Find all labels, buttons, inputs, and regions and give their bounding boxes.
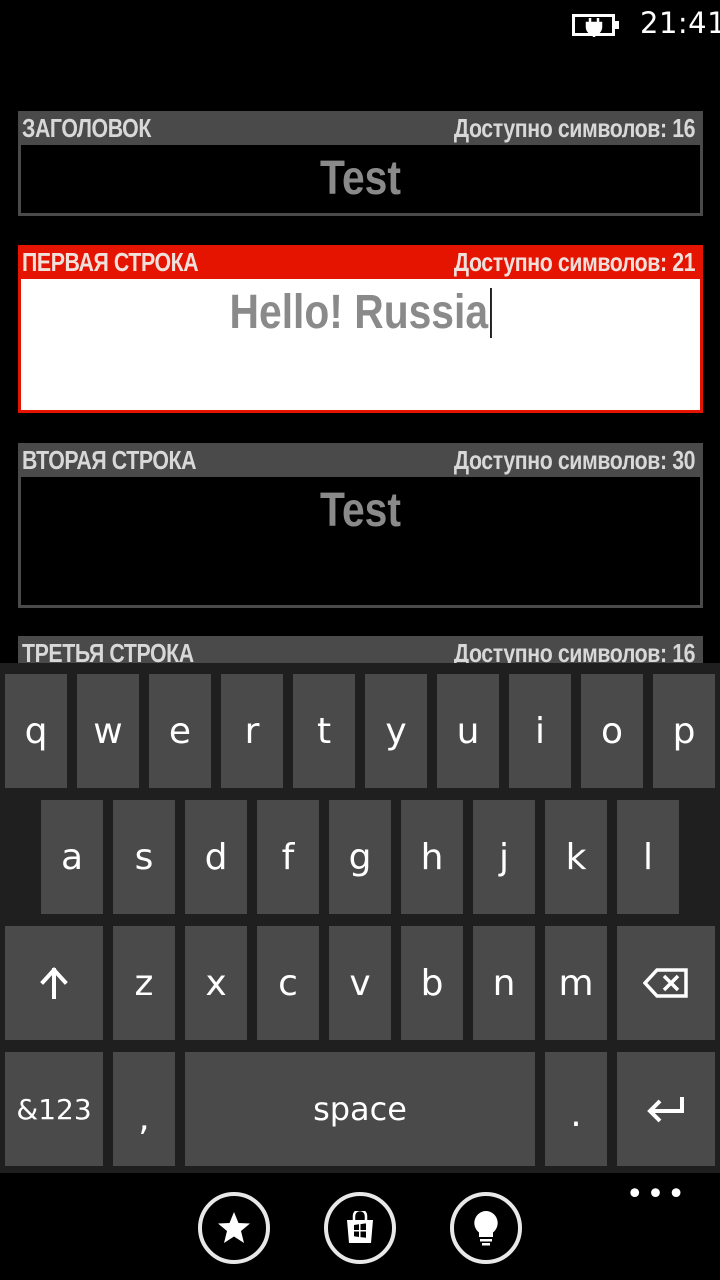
key-y[interactable]: y bbox=[365, 674, 427, 788]
field-header: ЗАГОЛОВОК Доступно символов: 16 bbox=[18, 111, 703, 145]
key-i[interactable]: i bbox=[509, 674, 571, 788]
tip-button[interactable] bbox=[450, 1192, 522, 1264]
field-label: ЗАГОЛОВОК bbox=[22, 113, 151, 143]
key-p[interactable]: p bbox=[653, 674, 715, 788]
key-r[interactable]: r bbox=[221, 674, 283, 788]
input-value: Test bbox=[320, 152, 401, 205]
first-line-field: ПЕРВАЯ СТРОКА Доступно символов: 21 Hell… bbox=[18, 245, 703, 413]
backspace-key[interactable] bbox=[617, 926, 715, 1040]
space-key[interactable]: space bbox=[185, 1052, 535, 1166]
char-counter: Доступно символов: 30 bbox=[453, 445, 696, 475]
lightbulb-icon bbox=[474, 1211, 498, 1246]
char-counter: Доступно символов: 21 bbox=[453, 247, 696, 277]
field-header: ВТОРАЯ СТРОКА Доступно символов: 30 bbox=[18, 443, 703, 477]
title-field: ЗАГОЛОВОК Доступно символов: 16 Test bbox=[18, 111, 703, 216]
field-label: ВТОРАЯ СТРОКА bbox=[22, 445, 197, 475]
key-f[interactable]: f bbox=[257, 800, 319, 914]
input-text: Hello! Russia bbox=[229, 286, 489, 339]
key-h[interactable]: h bbox=[401, 800, 463, 914]
comma-key[interactable]: , bbox=[113, 1052, 175, 1166]
shift-key[interactable] bbox=[5, 926, 103, 1040]
symbols-key[interactable]: &123 bbox=[5, 1052, 103, 1166]
key-z[interactable]: z bbox=[113, 926, 175, 1040]
title-input[interactable]: Test bbox=[18, 145, 703, 216]
first-line-input[interactable]: Hello! Russia bbox=[18, 279, 703, 413]
key-v[interactable]: v bbox=[329, 926, 391, 1040]
key-e[interactable]: e bbox=[149, 674, 211, 788]
key-s[interactable]: s bbox=[113, 800, 175, 914]
input-value: Hello! Russia bbox=[72, 285, 649, 340]
key-n[interactable]: n bbox=[473, 926, 535, 1040]
key-j[interactable]: j bbox=[473, 800, 535, 914]
key-u[interactable]: u bbox=[437, 674, 499, 788]
more-options-button[interactable]: ••• bbox=[626, 1180, 688, 1210]
backspace-icon bbox=[643, 968, 688, 998]
period-key[interactable]: . bbox=[545, 1052, 607, 1166]
second-line-field: ВТОРАЯ СТРОКА Доступно символов: 30 Test bbox=[18, 443, 703, 608]
key-k[interactable]: k bbox=[545, 800, 607, 914]
key-w[interactable]: w bbox=[77, 674, 139, 788]
key-l[interactable]: l bbox=[617, 800, 679, 914]
key-o[interactable]: o bbox=[581, 674, 643, 788]
field-header: ПЕРВАЯ СТРОКА Доступно символов: 21 bbox=[18, 245, 703, 279]
on-screen-keyboard: q w e r t y u i o p a s d f g h j k l z … bbox=[0, 663, 720, 1173]
key-q[interactable]: q bbox=[5, 674, 67, 788]
status-bar: 21:41 bbox=[0, 0, 720, 48]
enter-icon bbox=[647, 1097, 684, 1123]
text-caret bbox=[489, 288, 492, 338]
star-icon bbox=[218, 1212, 250, 1243]
key-c[interactable]: c bbox=[257, 926, 319, 1040]
input-value: Test bbox=[320, 484, 401, 537]
second-line-input[interactable]: Test bbox=[18, 477, 703, 608]
store-icon bbox=[347, 1211, 373, 1243]
key-b[interactable]: b bbox=[401, 926, 463, 1040]
battery-charging-icon bbox=[572, 14, 619, 37]
favorite-button[interactable] bbox=[198, 1192, 270, 1264]
key-d[interactable]: d bbox=[185, 800, 247, 914]
key-m[interactable]: m bbox=[545, 926, 607, 1040]
clock: 21:41 bbox=[640, 6, 720, 40]
enter-key[interactable] bbox=[617, 1052, 715, 1166]
key-x[interactable]: x bbox=[185, 926, 247, 1040]
app-bar: ••• bbox=[0, 1173, 720, 1280]
key-a[interactable]: a bbox=[41, 800, 103, 914]
char-counter: Доступно символов: 16 bbox=[453, 113, 696, 143]
shift-arrow-icon bbox=[40, 967, 68, 999]
store-button[interactable] bbox=[324, 1192, 396, 1264]
key-g[interactable]: g bbox=[329, 800, 391, 914]
field-label: ПЕРВАЯ СТРОКА bbox=[22, 247, 199, 277]
key-t[interactable]: t bbox=[293, 674, 355, 788]
